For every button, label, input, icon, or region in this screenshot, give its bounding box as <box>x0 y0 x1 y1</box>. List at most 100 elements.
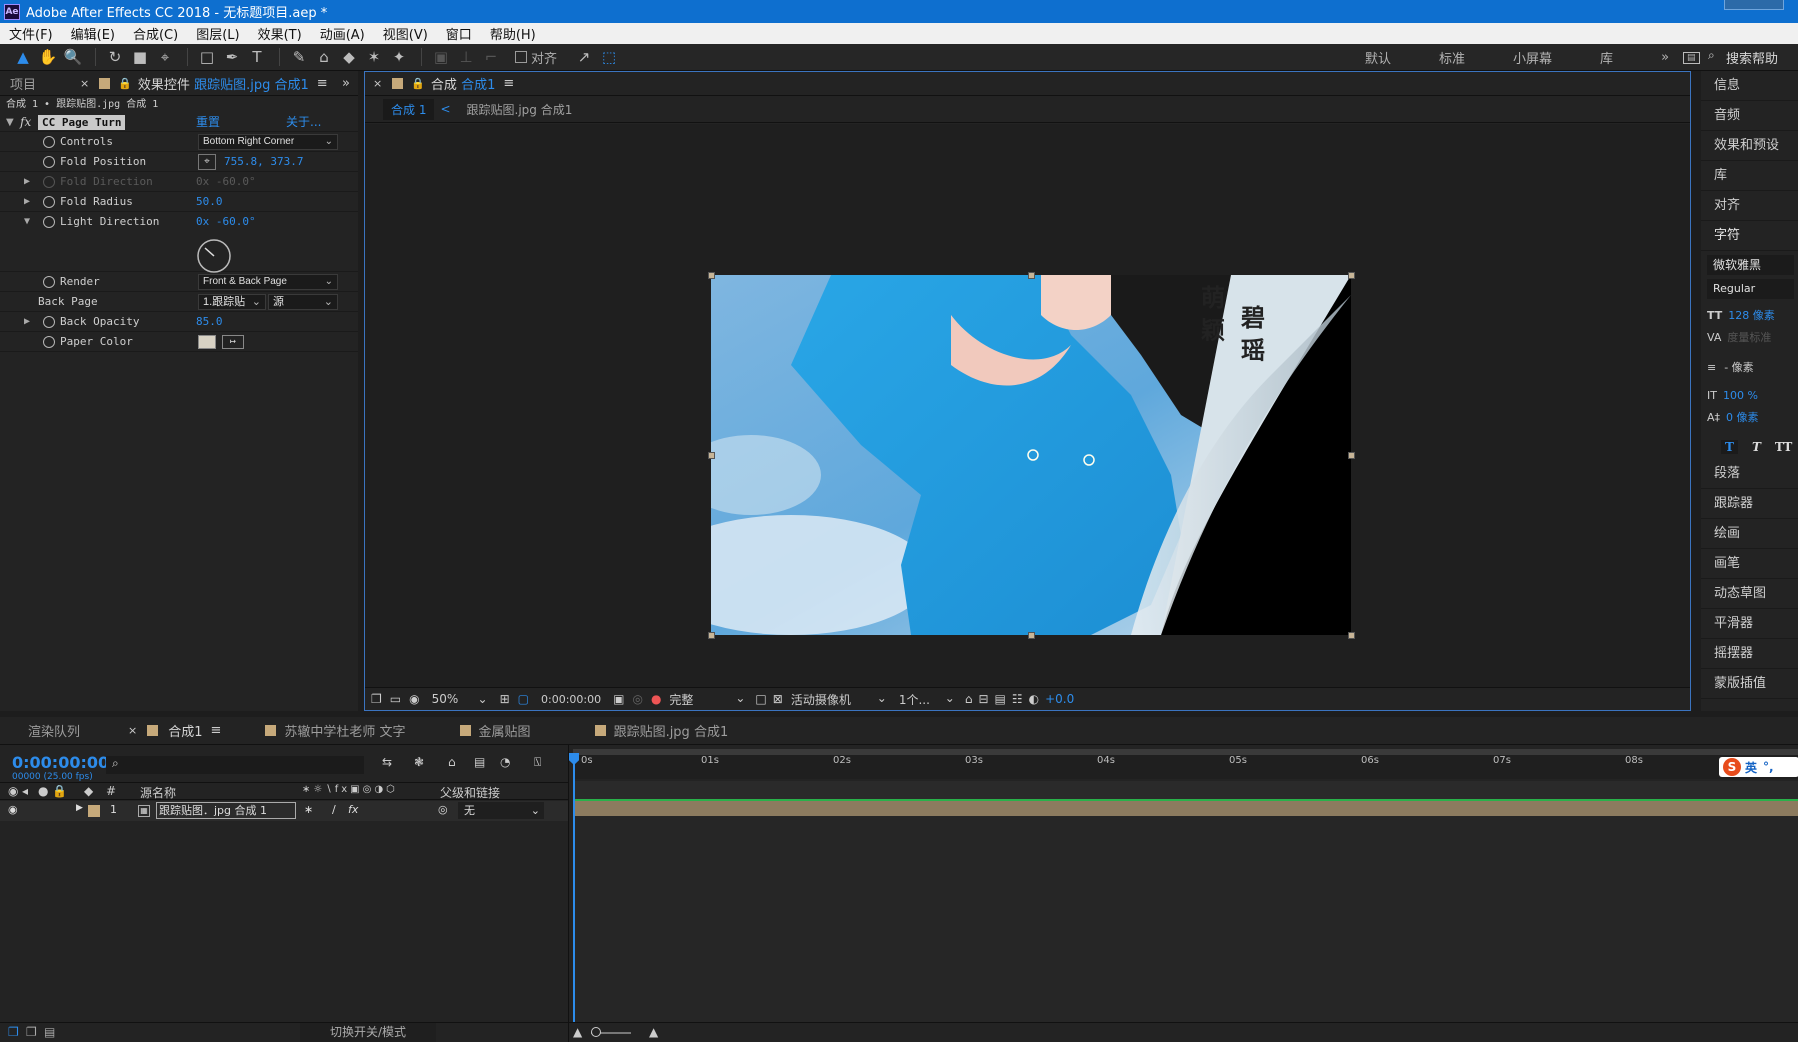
collapse-transform-icon[interactable]: ∗ <box>304 803 313 816</box>
panel-paint[interactable]: 绘画 <box>1701 519 1798 549</box>
snap-edges-icon[interactable]: ↗ <box>573 46 595 68</box>
show-snapshot-icon[interactable]: ◎ <box>632 692 642 706</box>
close-icon[interactable]: × <box>80 77 89 90</box>
in-out-panes-icon[interactable]: ▤ <box>44 1025 55 1039</box>
search-help-label[interactable]: 搜索帮助 <box>1726 48 1778 67</box>
expand-arrow-icon[interactable]: ▶ <box>76 803 83 813</box>
about-link[interactable]: 关于... <box>286 113 321 132</box>
panel-wiggler[interactable]: 摇摆器 <box>1701 639 1798 669</box>
layer-switches-icon[interactable]: ❐ <box>8 1025 19 1039</box>
visibility-icon[interactable]: ◉ <box>8 803 18 816</box>
panel-character[interactable]: 字符 <box>1701 221 1798 251</box>
color-channels-icon[interactable]: ● <box>651 692 661 706</box>
transform-handle[interactable] <box>708 632 715 639</box>
panel-libraries[interactable]: 库 <box>1701 161 1798 191</box>
fx-switch-icon[interactable]: fx <box>348 803 358 816</box>
workspace-standard[interactable]: 标准 <box>1439 48 1465 67</box>
breadcrumb-active[interactable]: 合成 1 <box>383 98 435 120</box>
font-family-field[interactable]: 微软雅黑 <box>1707 255 1794 275</box>
stopwatch-icon[interactable] <box>43 136 55 148</box>
render-dropdown[interactable]: Front & Back Page ⌄ <box>198 274 338 290</box>
expand-arrow-icon[interactable]: ▶ <box>24 312 30 332</box>
timeline-link-icon[interactable]: ▤ <box>995 692 1006 706</box>
layer-search-input[interactable]: ⌕ <box>106 756 364 774</box>
zoom-in-icon[interactable]: ▲ <box>649 1025 658 1039</box>
layer-name[interactable]: 跟踪贴图．jpg 合成 1 <box>156 802 296 819</box>
baseline-value[interactable]: 0 像素 <box>1726 411 1759 424</box>
puppet-pin-tool-icon[interactable]: ✦ <box>388 46 410 68</box>
layer-bar[interactable] <box>573 801 1798 816</box>
tab-timeline-text[interactable]: 苏辙中学杜老师 文字 <box>249 721 413 740</box>
current-time[interactable]: 0:00:00:00 <box>541 693 601 706</box>
panel-tracker[interactable]: 跟踪器 <box>1701 489 1798 519</box>
panel-menu-icon[interactable]: ≡ <box>211 723 222 738</box>
search-icon[interactable]: ⌕ <box>1708 48 1715 63</box>
tab-effect-controls[interactable]: × 🔒 效果控件 跟踪贴图.jpg 合成1 ≡ <box>72 74 336 93</box>
workspace-more-icon[interactable]: » <box>1661 50 1669 65</box>
menu-window[interactable]: 窗口 <box>437 24 481 43</box>
motion-blur-icon[interactable]: ◔ <box>500 755 510 769</box>
panel-brushes[interactable]: 画笔 <box>1701 549 1798 579</box>
faux-italic-button[interactable]: T <box>1752 440 1761 454</box>
safe-zones-icon[interactable]: ⊞ <box>500 692 510 706</box>
camera-tool-icon[interactable]: ■ <box>129 46 151 68</box>
vertical-scale-value[interactable]: 100 % <box>1723 389 1758 402</box>
all-caps-button[interactable]: TT <box>1775 440 1792 454</box>
workspace-libraries[interactable]: 库 <box>1600 48 1613 67</box>
back-page-layer-dropdown[interactable]: 1.跟踪贴 ⌄ <box>198 294 266 310</box>
window-controls[interactable] <box>1724 0 1784 10</box>
region-of-interest-icon[interactable]: □ <box>755 692 766 706</box>
fast-previews-icon[interactable]: ⊠ <box>773 692 783 706</box>
breadcrumb-next[interactable]: 跟踪贴图.jpg 合成1 <box>467 101 573 118</box>
angle-dial-icon[interactable] <box>196 238 232 274</box>
back-page-source-dropdown[interactable]: 源 ⌄ <box>268 294 338 310</box>
stopwatch-icon[interactable] <box>43 336 55 348</box>
roto-brush-tool-icon[interactable]: ✶ <box>363 46 385 68</box>
hand-tool-icon[interactable]: ✋ <box>37 46 59 68</box>
menu-animation[interactable]: 动画(A) <box>311 24 374 43</box>
fold-radius-value[interactable]: 50.0 <box>196 192 223 212</box>
composition-viewer[interactable]: 碧 瑶 萌 颖 <box>365 124 1690 687</box>
effect-name[interactable]: CC Page Turn <box>38 115 126 130</box>
snapping-checkbox[interactable] <box>515 51 527 63</box>
kerning-value[interactable]: 度量标准 <box>1727 331 1771 344</box>
tab-project[interactable]: 项目 <box>0 74 72 93</box>
transform-handle[interactable] <box>1348 272 1355 279</box>
collapse-icon[interactable]: ▼ <box>6 113 14 132</box>
toggle-pixel-aspect-icon[interactable]: ⌂ <box>965 692 973 706</box>
workspace-small-screen[interactable]: 小屏幕 <box>1513 48 1552 67</box>
stopwatch-icon[interactable] <box>43 276 55 288</box>
stopwatch-icon[interactable] <box>43 196 55 208</box>
table-row[interactable]: ◉ ▶ 1 ▦ 跟踪贴图．jpg 合成 1 ∗ ∕ fx ◎ 无 ⌄ <box>0 801 568 821</box>
layer-label-color[interactable] <box>88 805 100 817</box>
expand-arrow-icon[interactable]: ▶ <box>24 192 30 212</box>
collapse-arrow-icon[interactable]: ▼ <box>24 212 30 232</box>
time-ruler[interactable]: 0s 01s 02s 03s 04s 05s 06s 07s 08s S 英 °… <box>573 755 1798 779</box>
selection-tool-icon[interactable]: ▲ <box>12 46 34 68</box>
font-style-field[interactable]: Regular <box>1707 279 1794 299</box>
rotate-tool-icon[interactable]: ↻ <box>104 46 126 68</box>
menu-composition[interactable]: 合成(C) <box>124 24 187 43</box>
reset-link[interactable]: 重置 <box>196 113 220 132</box>
expand-panels-icon[interactable]: » <box>342 76 350 91</box>
stopwatch-icon[interactable] <box>43 316 55 328</box>
fold-position-value[interactable]: 755.8, 373.7 <box>224 152 303 172</box>
stopwatch-icon[interactable] <box>43 156 55 168</box>
lock-icon[interactable]: 🔒 <box>118 77 132 90</box>
pan-behind-tool-icon[interactable]: ⌖ <box>154 46 176 68</box>
transform-handle[interactable] <box>1028 632 1035 639</box>
reset-exposure-icon[interactable]: ◐ <box>1029 692 1039 706</box>
faux-bold-button[interactable]: T <box>1721 440 1738 454</box>
toggle-switches-modes[interactable]: 切换开关/模式 <box>300 1023 436 1042</box>
parent-dropdown[interactable]: 无 ⌄ <box>458 802 544 819</box>
timeline-timecode[interactable]: 0:00:00:00 <box>12 753 109 772</box>
transform-handle[interactable] <box>1028 272 1035 279</box>
tab-composition[interactable]: × 🔒 合成 合成1 ≡ <box>365 74 522 93</box>
always-preview-icon[interactable]: ❐ <box>371 692 382 706</box>
rectangle-tool-icon[interactable]: □ <box>196 46 218 68</box>
controls-dropdown[interactable]: Bottom Right Corner ⌄ <box>198 134 338 150</box>
light-direction-value[interactable]: 0x -60.0° <box>196 212 256 232</box>
quality-switch-icon[interactable]: ∕ <box>332 803 336 816</box>
menu-layer[interactable]: 图层(L) <box>187 24 248 43</box>
parent-header[interactable]: 父级和链接 <box>440 784 500 801</box>
